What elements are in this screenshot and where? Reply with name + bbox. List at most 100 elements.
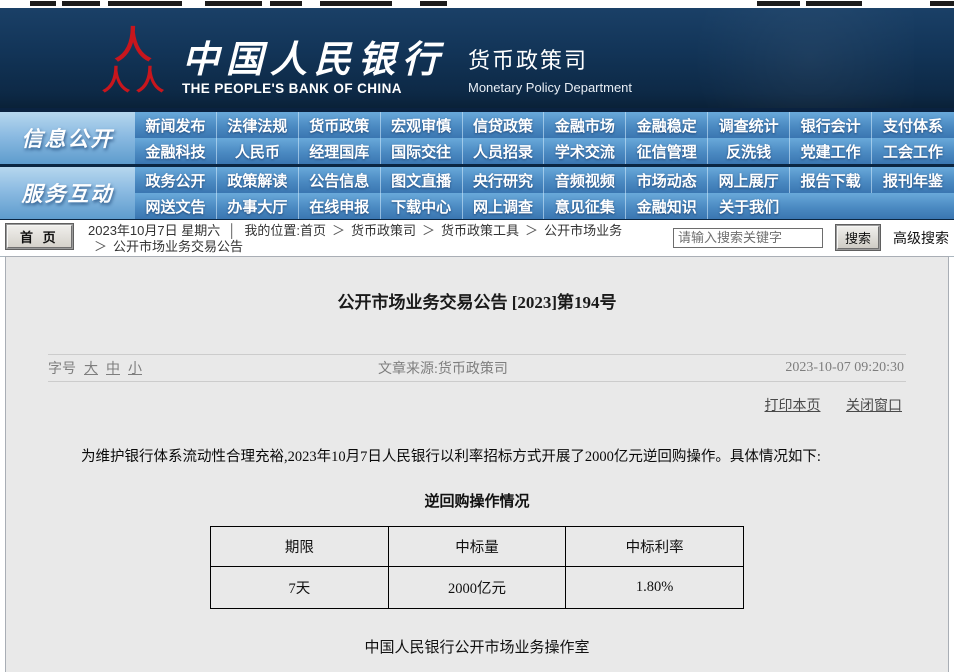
advanced-search-link[interactable]: 高级搜索 bbox=[893, 228, 949, 248]
article-datetime: 2023-10-07 09:20:30 bbox=[785, 360, 904, 376]
pboc-page: 人 人 人 中国人民银行 THE PEOPLE'S BANK OF CHINA … bbox=[0, 0, 954, 672]
site-header: 人 人 人 中国人民银行 THE PEOPLE'S BANK OF CHINA … bbox=[0, 8, 954, 112]
cropped-text-mark bbox=[757, 1, 800, 6]
cropped-text-artifact bbox=[0, 0, 954, 8]
breadcrumb: 2023年10月7日 星期六│我的位置:首页＞货币政策司＞货币政策工具＞公开市场… bbox=[88, 223, 633, 255]
table-header-row: 期限中标量中标利率 bbox=[211, 527, 744, 567]
table-cell: 2000亿元 bbox=[388, 567, 566, 609]
nav-item[interactable]: 市场动态 bbox=[626, 167, 708, 193]
nav-row: 政务公开政策解读公告信息图文直播央行研究音频视频市场动态网上展厅报告下载报刊年鉴 bbox=[135, 167, 954, 193]
cropped-text-mark bbox=[420, 1, 447, 6]
department-name-en: Monetary Policy Department bbox=[468, 80, 632, 95]
nav-item[interactable]: 国际交往 bbox=[381, 138, 463, 164]
table-row: 7天2000亿元1.80% bbox=[211, 567, 744, 609]
nav-item[interactable]: 金融稳定 bbox=[626, 112, 708, 138]
article-panel: 公开市场业务交易公告 [2023]第194号 字号 大中小 文章来源:货币政策司… bbox=[5, 256, 949, 672]
close-window-link[interactable]: 关闭窗口 bbox=[846, 399, 902, 414]
nav-item[interactable]: 信贷政策 bbox=[463, 112, 545, 138]
breadcrumb-link[interactable]: 公开市场业务交易公告 bbox=[113, 239, 243, 254]
cropped-text-mark bbox=[320, 1, 392, 6]
nav-row: 网送文告办事大厅在线申报下载中心网上调查意见征集金融知识关于我们 bbox=[135, 193, 954, 219]
nav-item[interactable]: 图文直播 bbox=[381, 167, 463, 193]
search-button[interactable]: 搜索 bbox=[835, 224, 881, 251]
nav-item[interactable]: 法律法规 bbox=[217, 112, 299, 138]
table-cell: 1.80% bbox=[566, 567, 744, 609]
font-size-link[interactable]: 中 bbox=[106, 358, 120, 378]
nav-item[interactable]: 金融知识 bbox=[626, 193, 708, 219]
search-button-label: 搜索 bbox=[837, 226, 879, 249]
nav-item[interactable]: 政策解读 bbox=[217, 167, 299, 193]
nav-item[interactable]: 人员招录 bbox=[463, 138, 545, 164]
breadcrumb-link[interactable]: 货币政策工具 bbox=[441, 223, 519, 238]
home-button-label: 首 页 bbox=[7, 225, 72, 248]
nav-item[interactable]: 报告下载 bbox=[790, 167, 872, 193]
font-size-link[interactable]: 小 bbox=[128, 358, 142, 378]
reverse-repo-table: 期限中标量中标利率7天2000亿元1.80% bbox=[210, 526, 744, 609]
breadcrumb-separator: ＞ bbox=[422, 223, 435, 238]
nav-item[interactable]: 网上展厅 bbox=[708, 167, 790, 193]
nav-item[interactable]: 意见征集 bbox=[544, 193, 626, 219]
nav-item[interactable]: 报刊年鉴 bbox=[872, 167, 954, 193]
nav-item[interactable]: 银行会计 bbox=[790, 112, 872, 138]
search-input[interactable] bbox=[673, 228, 823, 248]
nav-item[interactable]: 办事大厅 bbox=[217, 193, 299, 219]
print-page-link[interactable]: 打印本页 bbox=[765, 399, 821, 414]
nav-item[interactable]: 关于我们 bbox=[708, 193, 790, 219]
nav-row: 金融科技人民币经理国库国际交往人员招录学术交流征信管理反洗钱党建工作工会工作 bbox=[135, 138, 954, 164]
nav-item[interactable]: 宏观审慎 bbox=[381, 112, 463, 138]
nav-item[interactable]: 学术交流 bbox=[544, 138, 626, 164]
nav-section-2: 服务互动政务公开政策解读公告信息图文直播央行研究音频视频市场动态网上展厅报告下载… bbox=[0, 167, 954, 220]
nav-item[interactable]: 金融科技 bbox=[135, 138, 217, 164]
article-title: 公开市场业务交易公告 [2023]第194号 bbox=[6, 288, 948, 313]
font-size-controls: 字号 大中小 bbox=[48, 358, 142, 378]
nav-section-label: 信息公开 bbox=[0, 112, 135, 164]
cropped-text-mark bbox=[30, 1, 56, 6]
nav-item[interactable]: 调查统计 bbox=[708, 112, 790, 138]
nav-item[interactable]: 新闻发布 bbox=[135, 112, 217, 138]
bank-name-en: THE PEOPLE'S BANK OF CHINA bbox=[182, 81, 446, 96]
table-cell: 7天 bbox=[211, 567, 389, 609]
breadcrumb-link[interactable]: 货币政策司 bbox=[351, 223, 416, 238]
nav-item[interactable]: 工会工作 bbox=[872, 138, 954, 164]
table-header-cell: 中标利率 bbox=[566, 527, 744, 567]
nav-item[interactable]: 政务公开 bbox=[135, 167, 217, 193]
nav-item[interactable]: 在线申报 bbox=[299, 193, 381, 219]
article-body: 为维护银行体系流动性合理充裕,2023年10月7日人民银行以利率招标方式开展了2… bbox=[52, 447, 902, 467]
nav-item[interactable]: 网送文告 bbox=[135, 193, 217, 219]
nav-item[interactable]: 音频视频 bbox=[544, 167, 626, 193]
nav-item[interactable]: 货币政策 bbox=[299, 112, 381, 138]
table-header-cell: 中标量 bbox=[388, 527, 566, 567]
breadcrumb-divider: │ bbox=[228, 223, 236, 238]
breadcrumb-date: 2023年10月7日 星期六 bbox=[88, 223, 220, 238]
nav-item[interactable]: 下载中心 bbox=[381, 193, 463, 219]
bank-name-cn: 中国人民银行 bbox=[182, 40, 446, 79]
nav-item[interactable]: 经理国库 bbox=[299, 138, 381, 164]
breadcrumb-link[interactable]: 公开市场业务 bbox=[544, 223, 622, 238]
nav-item[interactable]: 反洗钱 bbox=[708, 138, 790, 164]
nav-item[interactable]: 网上调查 bbox=[463, 193, 545, 219]
nav-item[interactable]: 党建工作 bbox=[790, 138, 872, 164]
nav-item[interactable]: 央行研究 bbox=[463, 167, 545, 193]
svg-text:人: 人 bbox=[136, 64, 165, 94]
nav-item[interactable]: 征信管理 bbox=[626, 138, 708, 164]
cropped-text-mark bbox=[806, 1, 862, 6]
breadcrumb-location-label[interactable]: 我的位置:首页 bbox=[244, 223, 326, 238]
font-size-link[interactable]: 大 bbox=[84, 358, 98, 378]
nav-item[interactable]: 公告信息 bbox=[299, 167, 381, 193]
nav-item[interactable]: 金融市场 bbox=[544, 112, 626, 138]
pboc-logo-icon: 人 人 人 bbox=[100, 24, 166, 94]
svg-text:人: 人 bbox=[114, 24, 152, 67]
nav-item[interactable]: 支付体系 bbox=[872, 112, 954, 138]
nav-item[interactable]: 人民币 bbox=[217, 138, 299, 164]
department-name-cn: 货币政策司 bbox=[468, 43, 632, 75]
cropped-text-mark bbox=[270, 1, 302, 6]
font-size-label: 字号 bbox=[48, 358, 76, 378]
breadcrumb-separator: ＞ bbox=[525, 223, 538, 238]
home-button[interactable]: 首 页 bbox=[5, 223, 74, 250]
nav-section-label: 服务互动 bbox=[0, 167, 135, 219]
article-signer: 中国人民银行公开市场业务操作室 bbox=[6, 636, 948, 657]
search-area: 搜索 高级搜索 bbox=[673, 224, 949, 251]
nav-section-1: 信息公开新闻发布法律法规货币政策宏观审慎信贷政策金融市场金融稳定调查统计银行会计… bbox=[0, 112, 954, 167]
breadcrumb-bar: 首 页 2023年10月7日 星期六│我的位置:首页＞货币政策司＞货币政策工具＞… bbox=[0, 220, 954, 257]
article-meta-row: 字号 大中小 文章来源:货币政策司 2023-10-07 09:20:30 bbox=[48, 354, 906, 382]
